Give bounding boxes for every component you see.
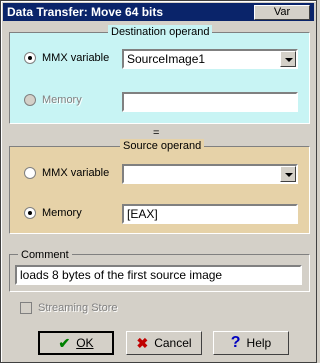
source-operand-group: Source operand MMX variable Memory [EAX] [9,139,310,234]
title-bar[interactable]: Data Transfer: Move 64 bits Var [3,3,314,21]
question-icon: ? [230,334,241,351]
source-memory-label: Memory [42,207,82,219]
source-mmx-radio[interactable] [24,167,36,179]
cancel-button[interactable]: ✖ Cancel [126,331,202,355]
ok-label: OK [76,336,94,350]
comment-field[interactable]: loads 8 bytes of the first source image [15,265,302,285]
ok-button[interactable]: ✔ OK [38,331,114,355]
source-memory-option[interactable]: Memory [24,207,82,219]
help-label: Help [246,336,272,350]
help-button[interactable]: ? Help [213,331,289,355]
source-operand-title: Source operand [120,139,205,153]
equals-sign: = [153,127,160,139]
streaming-store-checkbox[interactable] [20,302,32,314]
streaming-store-label: Streaming Store [38,302,118,314]
source-memory-radio[interactable] [24,207,36,219]
destination-mmx-variable-option[interactable]: MMX variable [24,52,109,64]
check-icon: ✔ [58,335,71,351]
cancel-label: Cancel [154,336,192,350]
destination-memory-field[interactable] [122,92,298,112]
comment-label: Comment [18,248,72,262]
destination-mmx-label: MMX variable [42,52,110,64]
source-mmx-variable-option[interactable]: MMX variable [24,167,109,179]
source-mmx-combobox[interactable] [122,164,298,184]
destination-operand-group: Destination operand MMX variable SourceI… [9,25,310,124]
destination-memory-label: Memory [42,94,82,106]
chevron-down-icon[interactable] [280,51,296,67]
source-mmx-label: MMX variable [42,167,110,179]
destination-mmx-radio[interactable] [24,52,36,64]
destination-memory-radio[interactable] [24,94,36,106]
destination-mmx-value: SourceImage1 [127,52,206,66]
destination-mmx-combobox[interactable]: SourceImage1 [122,49,298,69]
comment-group: Comment loads 8 bytes of the first sourc… [9,248,310,292]
dialog-window: Data Transfer: Move 64 bits Var Destinat… [0,0,317,363]
chevron-down-icon[interactable] [280,166,296,182]
x-icon: ✖ [136,335,149,351]
destination-operand-title: Destination operand [108,25,213,39]
var-button[interactable]: Var [254,5,310,20]
destination-memory-option[interactable]: Memory [24,94,82,106]
source-memory-field[interactable]: [EAX] [122,204,298,224]
